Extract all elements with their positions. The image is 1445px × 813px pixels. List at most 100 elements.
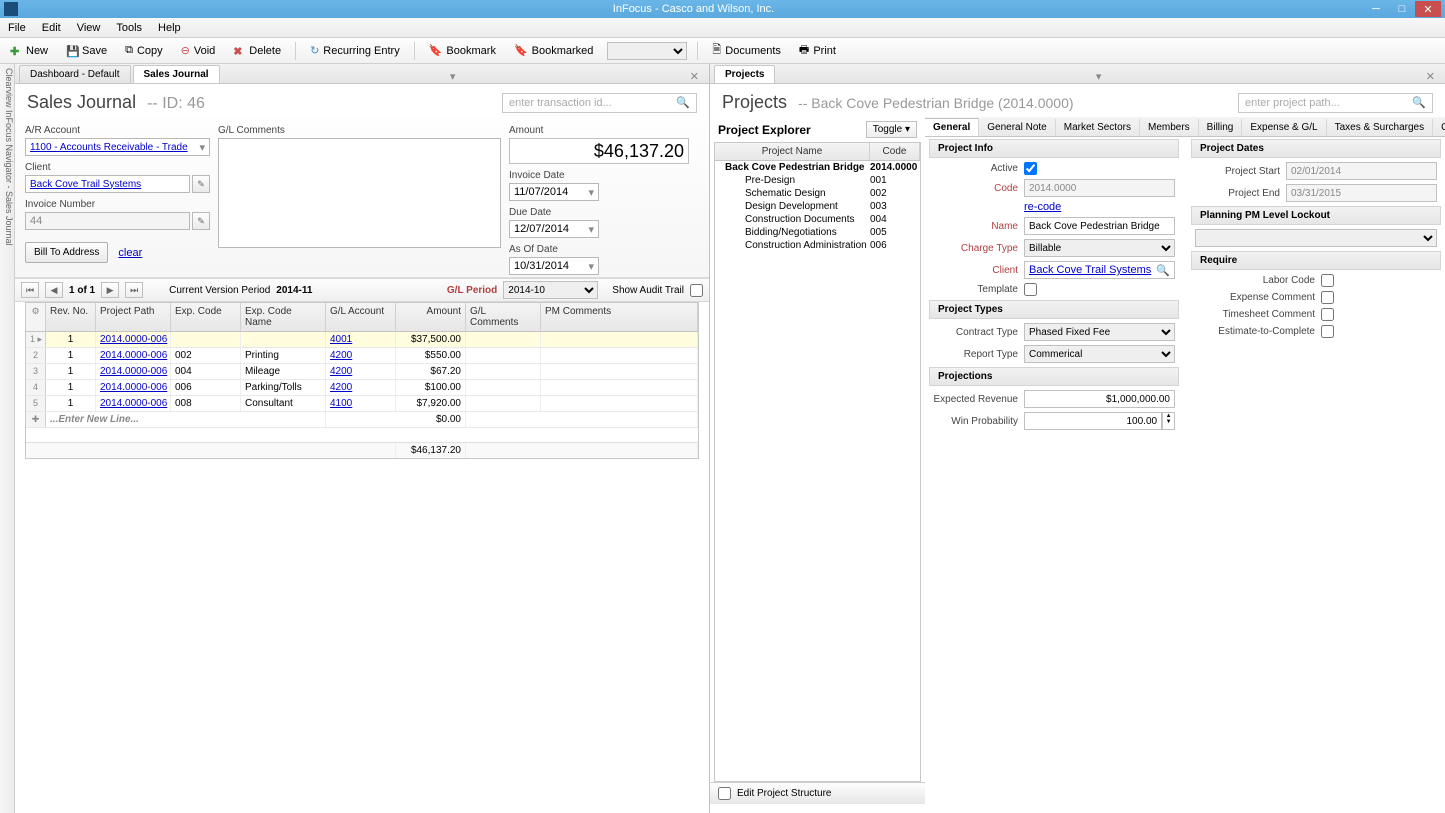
bookmark-select[interactable]: [607, 42, 687, 60]
rtab-dropdown[interactable]: ▾: [1090, 70, 1108, 83]
new-line-row[interactable]: ✚ ...Enter New Line... $0.00: [26, 412, 698, 428]
bill-to-button[interactable]: Bill To Address: [25, 242, 108, 263]
dtab-general[interactable]: General: [925, 118, 979, 136]
invdate-label: Invoice Date: [509, 170, 699, 181]
search-icon: 🔍: [676, 96, 690, 109]
expected-revenue-field[interactable]: [1024, 390, 1175, 408]
grid-row[interactable]: 2 1 2014.0000-006 002 Printing 4200 $550…: [26, 348, 698, 364]
navigator-strip[interactable]: Clearview InFocus Navigator - Sales Jour…: [0, 64, 15, 813]
search-transaction[interactable]: enter transaction id...🔍: [502, 93, 697, 113]
tab-projects[interactable]: Projects: [714, 65, 775, 83]
charge-type-select[interactable]: Billable: [1024, 239, 1175, 257]
client-field[interactable]: Back Cove Trail Systems: [25, 175, 190, 193]
sec-pm-lockout: Planning PM Level Lockout: [1191, 206, 1441, 225]
print-button[interactable]: 🖶Print: [795, 39, 840, 62]
recurring-button[interactable]: ↻Recurring Entry: [306, 42, 404, 59]
etc-checkbox[interactable]: [1321, 325, 1334, 338]
copy-button[interactable]: ⧉Copy: [121, 42, 167, 59]
clear-link[interactable]: clear: [118, 247, 142, 259]
due-date-field[interactable]: 12/07/2014▾: [509, 220, 599, 238]
dtab-taxes[interactable]: Taxes & Surcharges: [1327, 119, 1434, 136]
win-prob-field[interactable]: [1024, 412, 1162, 430]
tab-dashboard[interactable]: Dashboard - Default: [19, 65, 131, 83]
save-button[interactable]: 💾Save: [62, 43, 111, 59]
save-icon: 💾: [66, 45, 78, 57]
grid-row[interactable]: 3 1 2014.0000-006 004 Mileage 4200 $67.2…: [26, 364, 698, 380]
glperiod-select[interactable]: 2014-10: [503, 281, 598, 299]
tree-root[interactable]: Back Cove Pedestrian Bridge 2014.0000: [715, 161, 920, 174]
menu-help[interactable]: Help: [154, 20, 185, 36]
name-field[interactable]: [1024, 217, 1175, 235]
tree-item[interactable]: Schematic Design002: [715, 187, 920, 200]
labor-code-checkbox[interactable]: [1321, 274, 1334, 287]
asof-date-field[interactable]: 10/31/2014▾: [509, 257, 599, 275]
tree-item[interactable]: Construction Documents004: [715, 213, 920, 226]
bookmarked-button[interactable]: 🔖Bookmarked: [510, 42, 597, 59]
nav-next[interactable]: ▶: [101, 282, 119, 298]
window-title: InFocus - Casco and Wilson, Inc.: [24, 3, 1363, 15]
delete-button[interactable]: ✖Delete: [229, 43, 285, 59]
grid-gear[interactable]: ⚙: [26, 303, 46, 331]
tree-item[interactable]: Construction Administration006: [715, 239, 920, 252]
nav-prev[interactable]: ◀: [45, 282, 63, 298]
grid-row[interactable]: 4 1 2014.0000-006 006 Parking/Tolls 4200…: [26, 380, 698, 396]
tab-dropdown[interactable]: ▾: [444, 70, 462, 83]
audit-checkbox[interactable]: [690, 284, 703, 297]
menu-view[interactable]: View: [73, 20, 105, 36]
close-button[interactable]: ✕: [1415, 1, 1441, 17]
void-button[interactable]: ⊖Void: [177, 42, 220, 59]
menu-file[interactable]: File: [4, 20, 30, 36]
proj-start-field[interactable]: [1286, 162, 1437, 180]
tree-item[interactable]: Design Development003: [715, 200, 920, 213]
client-edit-button[interactable]: ✎: [192, 175, 210, 193]
edit-structure-checkbox[interactable]: [718, 787, 731, 800]
nav-first[interactable]: ⏮: [21, 282, 39, 298]
tree-item[interactable]: Pre-Design001: [715, 174, 920, 187]
dtab-note[interactable]: General Note: [979, 119, 1055, 136]
documents-button[interactable]: 🗎Documents: [708, 39, 785, 62]
search-project[interactable]: enter project path...🔍: [1238, 93, 1433, 113]
tab-sales-journal[interactable]: Sales Journal: [133, 65, 220, 83]
new-button[interactable]: ✚New: [6, 43, 52, 59]
report-type-select[interactable]: Commerical: [1024, 345, 1175, 363]
ts-comment-checkbox[interactable]: [1321, 308, 1334, 321]
toggle-button[interactable]: Toggle ▾: [866, 121, 917, 138]
dtab-members[interactable]: Members: [1140, 119, 1199, 136]
void-icon: ⊖: [181, 44, 190, 57]
page-title: Sales Journal -- ID: 46: [27, 92, 205, 113]
sec-project-types: Project Types: [929, 300, 1179, 319]
documents-icon: 🗎: [712, 41, 721, 60]
dtab-billing[interactable]: Billing: [1199, 119, 1243, 136]
code-field: [1024, 179, 1175, 197]
invnum-edit-button[interactable]: ✎: [192, 212, 210, 230]
grid-row[interactable]: 1 ▸ 1 2014.0000-006 4001 $37,500.00: [26, 332, 698, 348]
menu-tools[interactable]: Tools: [112, 20, 146, 36]
ar-account-field[interactable]: 1100 - Accounts Receivable - Trade▾: [25, 138, 210, 156]
minimize-button[interactable]: ─: [1363, 1, 1389, 17]
contract-type-select[interactable]: Phased Fixed Fee: [1024, 323, 1175, 341]
detail-tabs: General General Note Market Sectors Memb…: [925, 117, 1445, 137]
invoice-date-field[interactable]: 11/07/2014▾: [509, 183, 599, 201]
spin-down[interactable]: ▼: [1163, 419, 1174, 425]
dtab-markets[interactable]: Market Sectors: [1056, 119, 1140, 136]
rtab-close[interactable]: ✕: [1420, 70, 1441, 83]
proj-end-field[interactable]: [1286, 184, 1437, 202]
tab-close[interactable]: ✕: [684, 70, 705, 83]
grid-row[interactable]: 5 1 2014.0000-006 008 Consultant 4100 $7…: [26, 396, 698, 412]
recode-link[interactable]: re-code: [1024, 201, 1061, 213]
client-label: Client: [25, 162, 210, 173]
active-checkbox[interactable]: [1024, 162, 1037, 175]
pm-lockout-select[interactable]: [1195, 229, 1437, 247]
tree-item[interactable]: Bidding/Negotiations005: [715, 226, 920, 239]
project-tree[interactable]: Project Name Code Back Cove Pedestrian B…: [714, 142, 921, 782]
dtab-expense[interactable]: Expense & G/L: [1242, 119, 1326, 136]
maximize-button[interactable]: □: [1389, 1, 1415, 17]
bookmark-button[interactable]: 🔖Bookmark: [425, 42, 500, 59]
dtab-contacts[interactable]: Contacts: [1433, 119, 1445, 136]
glcomments-field[interactable]: [218, 138, 501, 248]
template-checkbox[interactable]: [1024, 283, 1037, 296]
nav-last[interactable]: ⏭: [125, 282, 143, 298]
client-link[interactable]: Back Cove Trail Systems: [1029, 264, 1151, 276]
menu-edit[interactable]: Edit: [38, 20, 65, 36]
exp-comment-checkbox[interactable]: [1321, 291, 1334, 304]
